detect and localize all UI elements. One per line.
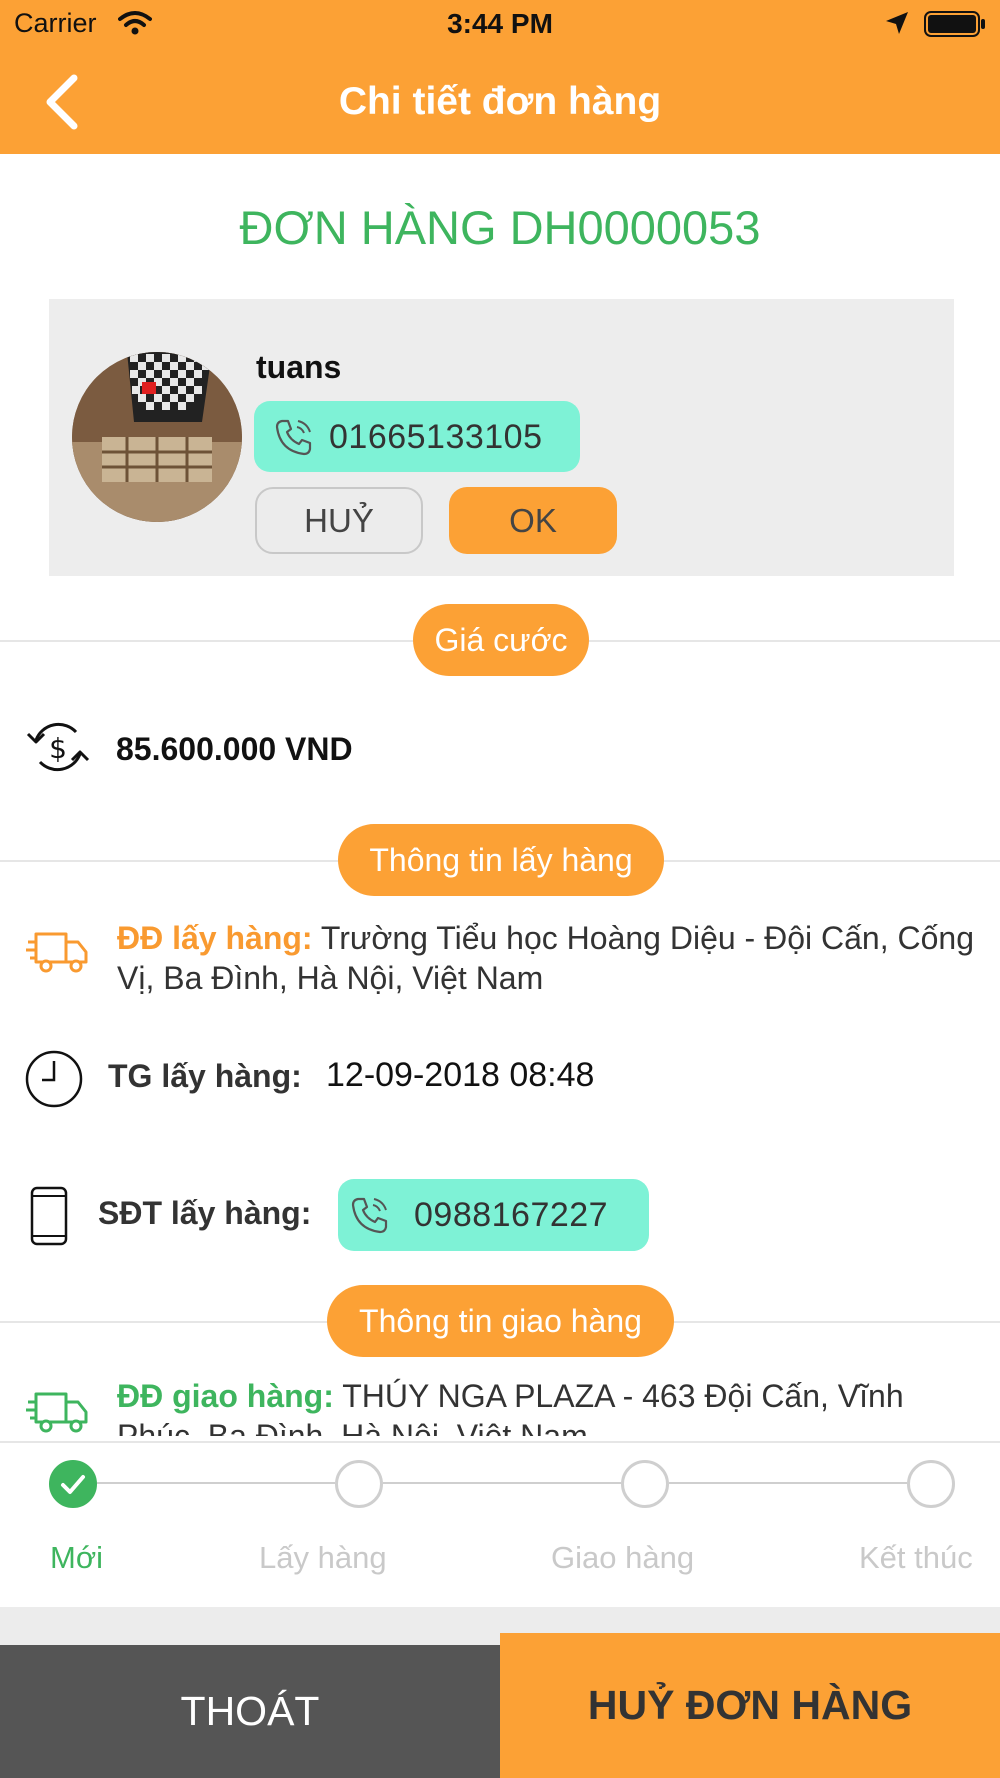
ok-button[interactable]: OK (449, 487, 617, 554)
pickup-phone-number: 0988167227 (414, 1196, 609, 1234)
page-title: Chi tiết đơn hàng (338, 80, 662, 123)
checkmark-icon (61, 1475, 85, 1494)
customer-phone-button[interactable]: 01665133105 (254, 401, 580, 472)
pickup-time-label: TG lấy hàng: (108, 1058, 302, 1094)
pickup-section-label: Thông tin lấy hàng (338, 824, 664, 896)
pickup-phone-button[interactable]: 0988167227 (338, 1179, 649, 1251)
pickup-address-label: ĐĐ lấy hàng: (117, 920, 313, 956)
status-bar: Carrier 3:44 PM (0, 0, 1000, 50)
battery-icon (924, 10, 986, 43)
step-new-label: Mới (50, 1540, 104, 1575)
money-exchange-icon: $ (24, 718, 92, 781)
cancel-button[interactable]: HUỶ (255, 487, 423, 554)
customer-card: tuans 01665133105 HUỶ OK (49, 299, 954, 576)
step-connector (383, 1482, 621, 1484)
avatar (72, 352, 242, 522)
location-arrow-icon (884, 10, 910, 41)
pickup-phone-label: SĐT lấy hàng: (98, 1195, 312, 1231)
order-title: ĐƠN HÀNG DH0000053 (239, 201, 761, 254)
customer-phone-number: 01665133105 (329, 418, 543, 456)
fare-value: 85.600.000 VND (116, 731, 353, 767)
pickup-address: ĐĐ lấy hàng: Trường Tiểu học Hoàng Diệu … (117, 918, 977, 998)
step-delivery-label: Giao hàng (551, 1540, 695, 1575)
cancel-order-button[interactable]: HUỶ ĐƠN HÀNG (500, 1633, 1000, 1778)
customer-name: tuans (256, 349, 342, 385)
step-pickup-circle (335, 1460, 383, 1508)
svg-text:$: $ (49, 732, 67, 765)
phone-call-icon (350, 1195, 390, 1240)
step-pickup-label: Lấy hàng (259, 1540, 387, 1575)
clock-icon (24, 1049, 84, 1114)
delivery-address-clip: ĐĐ giao hàng: THÚY NGA PLAZA - 463 Đội C… (117, 1376, 977, 1436)
delivery-address: ĐĐ giao hàng: THÚY NGA PLAZA - 463 Đội C… (117, 1376, 977, 1436)
delivery-truck-icon (26, 1388, 90, 1441)
delivery-section-label: Thông tin giao hàng (327, 1285, 674, 1357)
phone-call-icon (274, 417, 314, 462)
order-status-stepper (0, 1441, 1000, 1607)
step-connector (669, 1482, 907, 1484)
delivery-address-label: ĐĐ giao hàng: (117, 1378, 334, 1414)
status-time: 3:44 PM (447, 8, 553, 39)
mobile-phone-icon (30, 1186, 68, 1251)
app-header: Carrier 3:44 PM Chi tiết đơn hàng (0, 0, 1000, 154)
step-new-circle (49, 1460, 97, 1508)
exit-button[interactable]: THOÁT (0, 1645, 500, 1778)
step-delivery-circle (621, 1460, 669, 1508)
step-finish-circle (907, 1460, 955, 1508)
step-finish-label: Kết thúc (859, 1540, 973, 1575)
pickup-truck-icon (26, 928, 90, 981)
step-connector (97, 1482, 335, 1484)
pickup-time-value: 12-09-2018 08:48 (326, 1056, 595, 1094)
fare-section-label: Giá cước (413, 604, 589, 676)
